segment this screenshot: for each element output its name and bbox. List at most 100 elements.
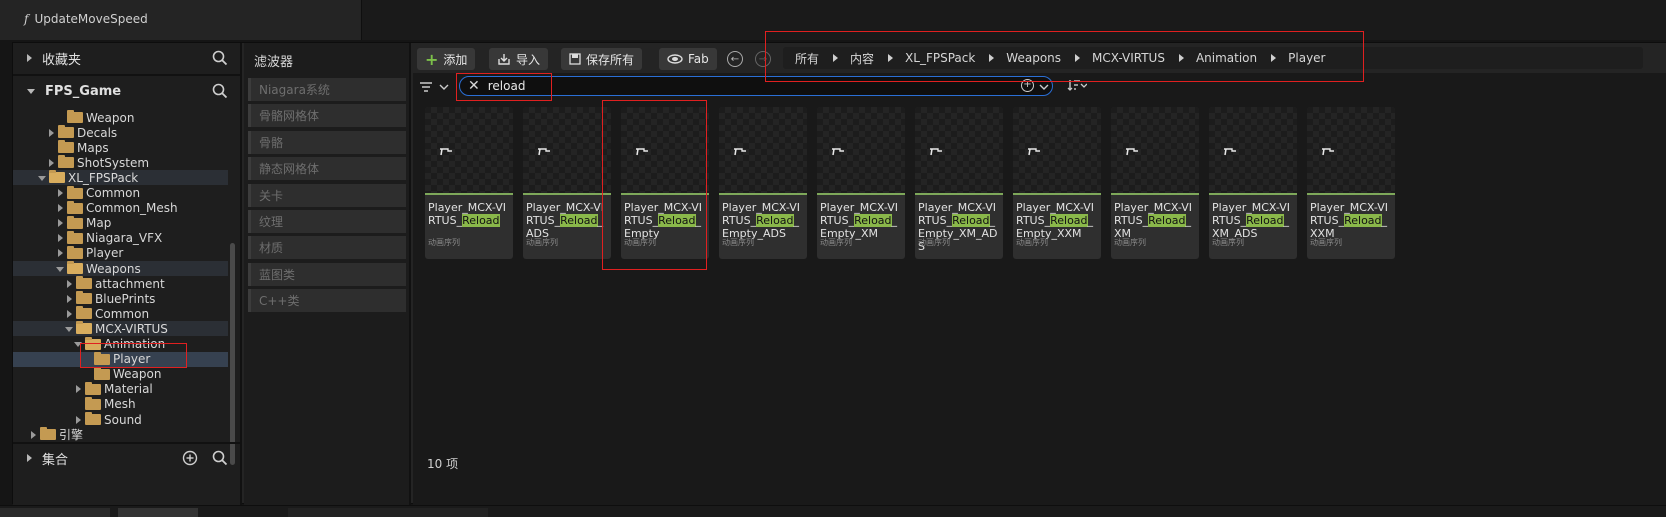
filter-item[interactable]: 关卡: [248, 183, 406, 207]
tree-folder-item[interactable]: Weapon: [13, 110, 228, 125]
tree-folder-item[interactable]: Maps: [13, 140, 228, 155]
collapse-caret-icon[interactable]: [27, 88, 35, 94]
expand-caret-icon[interactable]: [27, 54, 32, 62]
tree-folder-item[interactable]: Material: [13, 381, 228, 397]
tree-folder-item[interactable]: Player: [13, 351, 228, 367]
filter-item[interactable]: 骨骼: [248, 130, 406, 154]
expand-arrow-icon[interactable]: [55, 203, 65, 213]
tree-folder-item[interactable]: Sound: [13, 412, 228, 427]
tree-folder-item[interactable]: Animation: [13, 336, 228, 352]
breadcrumb-separator-icon[interactable]: [1271, 54, 1277, 62]
asset-tile[interactable]: Player_MCX-VIRTUS_Reload_Empty_XM_ADS 动画序…: [915, 107, 1003, 259]
tree-folder-item[interactable]: Common_Mesh: [13, 200, 228, 216]
tree-folder-item[interactable]: ShotSystem: [13, 155, 228, 170]
bottom-tab[interactable]: [0, 508, 110, 517]
clear-search-icon[interactable]: ✕: [468, 78, 480, 94]
tree-folder-item[interactable]: MCX-VIRTUS: [13, 321, 228, 337]
filter-item[interactable]: 蓝图类: [248, 262, 406, 286]
expand-arrow-icon[interactable]: [55, 188, 65, 198]
asset-tile[interactable]: Player_MCX-VIRTUS_Reload_Empty 动画序列: [621, 107, 709, 259]
tree-scrollbar[interactable]: [230, 243, 235, 465]
import-button[interactable]: 导入: [489, 48, 549, 70]
filter-item[interactable]: Niagara系统: [248, 78, 406, 101]
asset-thumbnail: [1013, 107, 1101, 193]
expand-arrow-icon[interactable]: [55, 233, 65, 243]
asset-tile[interactable]: Player_MCX-VIRTUS_Reload_Empty_ADS 动画序列: [719, 107, 807, 259]
collapse-arrow-icon[interactable]: [37, 173, 47, 183]
breadcrumb-item[interactable]: 内容: [850, 50, 874, 67]
breadcrumb-item[interactable]: Weapons: [1006, 51, 1061, 65]
save-search-icon[interactable]: +: [1021, 79, 1034, 92]
tree-folder-item[interactable]: Player: [13, 245, 228, 261]
add-collection-icon[interactable]: [182, 450, 198, 466]
collections-header[interactable]: 集合: [13, 443, 242, 473]
expand-arrow-icon[interactable]: [46, 158, 56, 168]
asset-tile[interactable]: Player_MCX-VIRTUS_Reload_ADS 动画序列: [523, 107, 611, 259]
search-icon[interactable]: [212, 83, 228, 99]
asset-tile[interactable]: Player_MCX-VIRTUS_Reload_XM_ADS 动画序列: [1209, 107, 1297, 259]
asset-tile[interactable]: Player_MCX-VIRTUS_Reload 动画序列: [425, 107, 513, 259]
tree-folder-item[interactable]: Mesh: [13, 396, 228, 412]
asset-tile[interactable]: Player_MCX-VIRTUS_Reload_Empty_XM 动画序列: [817, 107, 905, 259]
asset-tile[interactable]: Player_MCX-VIRTUS_Reload_XM 动画序列: [1111, 107, 1199, 259]
asset-tile[interactable]: Player_MCX-VIRTUS_Reload_Empty_XXM 动画序列: [1013, 107, 1101, 259]
expand-arrow-icon[interactable]: [55, 248, 65, 258]
filter-dropdown-button[interactable]: [419, 78, 451, 96]
expand-arrow-icon[interactable]: [64, 294, 74, 304]
sort-options-button[interactable]: [1067, 79, 1088, 94]
collapse-arrow-icon[interactable]: [55, 264, 65, 274]
breadcrumb-separator-icon[interactable]: [888, 54, 894, 62]
bottom-tab[interactable]: [288, 508, 488, 517]
tree-folder-item[interactable]: Common: [13, 306, 228, 321]
filter-item[interactable]: 骨骼网格体: [248, 104, 406, 128]
tree-folder-item[interactable]: Weapon: [13, 366, 228, 382]
back-arrow-icon[interactable]: ←: [727, 51, 743, 67]
expand-arrow-icon[interactable]: [73, 384, 83, 394]
tree-folder-item[interactable]: Common: [13, 185, 228, 201]
breadcrumb-item[interactable]: MCX-VIRTUS: [1092, 51, 1165, 65]
collapse-arrow-icon[interactable]: [64, 324, 74, 334]
asset-tile[interactable]: Player_MCX-VIRTUS_Reload_XXM 动画序列: [1307, 107, 1395, 259]
tree-folder-item[interactable]: Map: [13, 215, 228, 231]
expand-caret-icon[interactable]: [27, 454, 32, 462]
search-icon[interactable]: [212, 50, 228, 66]
tree-folder-item[interactable]: attachment: [13, 276, 228, 291]
save-all-button[interactable]: 保存所有: [561, 48, 643, 70]
filter-item[interactable]: C++类: [248, 289, 406, 313]
tree-folder-item[interactable]: Decals: [13, 125, 228, 140]
folder-icon: [85, 336, 101, 350]
favorites-header[interactable]: 收藏夹: [13, 43, 242, 73]
expand-arrow-icon[interactable]: [28, 430, 38, 440]
tree-folder-item[interactable]: 引擎: [13, 427, 228, 442]
expand-arrow-icon[interactable]: [64, 309, 74, 319]
breadcrumb-item[interactable]: XL_FPSPack: [905, 51, 975, 65]
breadcrumb-separator-icon[interactable]: [1075, 54, 1081, 62]
expand-arrow-icon[interactable]: [73, 415, 83, 425]
breadcrumb-item[interactable]: Animation: [1196, 51, 1257, 65]
fab-button[interactable]: Fab: [659, 48, 717, 70]
breadcrumb-separator-icon[interactable]: [1178, 54, 1184, 62]
collapse-arrow-icon[interactable]: [73, 339, 83, 349]
function-item[interactable]: f UpdateMoveSpeed: [24, 12, 148, 26]
tree-folder-item[interactable]: Weapons: [13, 261, 228, 276]
breadcrumb-separator-icon[interactable]: [989, 54, 995, 62]
expand-arrow-icon[interactable]: [64, 279, 74, 289]
forward-arrow-icon[interactable]: →: [755, 51, 771, 67]
tree-folder-item[interactable]: BluePrints: [13, 291, 228, 306]
expand-arrow-icon[interactable]: [46, 128, 56, 138]
breadcrumb-separator-icon[interactable]: [833, 54, 839, 62]
breadcrumb-item[interactable]: 所有: [795, 50, 819, 67]
breadcrumb-item[interactable]: Player: [1288, 51, 1325, 65]
bottom-tab[interactable]: [118, 508, 198, 517]
add-button[interactable]: + 添加: [417, 48, 476, 70]
search-icon[interactable]: [212, 450, 228, 466]
filter-item[interactable]: 静态网格体: [248, 157, 406, 181]
tree-folder-item[interactable]: XL_FPSPack: [13, 170, 228, 186]
chevron-down-icon[interactable]: [1039, 83, 1049, 91]
project-header[interactable]: FPS_Game: [13, 76, 242, 106]
filter-item[interactable]: 材质: [248, 236, 406, 260]
expand-arrow-icon[interactable]: [55, 218, 65, 228]
tree-folder-item[interactable]: Niagara_VFX: [13, 230, 228, 246]
filter-item[interactable]: 纹理: [248, 210, 406, 233]
search-input[interactable]: ✕ reload: [459, 76, 1053, 96]
